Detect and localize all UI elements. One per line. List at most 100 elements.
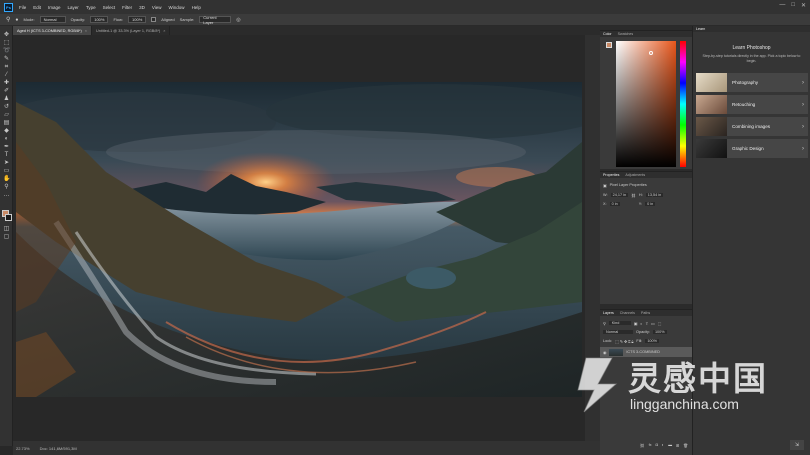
window-controls: — □ ✕ [779,2,806,9]
crop-tool-icon[interactable]: ⌗ [3,64,10,70]
topic-combining-images[interactable]: Combining images › [696,117,808,136]
mask-icon[interactable]: ◘ [656,443,658,447]
menu-type[interactable]: Type [86,5,96,10]
screen-mode-icon[interactable]: ▢ [3,234,10,240]
menu-file[interactable]: File [19,5,26,10]
menu-image[interactable]: Image [48,5,61,10]
healing-brush-tool-icon[interactable]: ✚ [3,80,10,86]
brush-tool-icon[interactable]: ✐ [3,88,10,94]
chevron-right-icon: › [802,79,804,86]
color-picker-handle[interactable] [649,51,653,55]
menu-layer[interactable]: Layer [68,5,79,10]
filter-icons[interactable]: ▣ ◐ T ▭ ⬚ [634,321,662,326]
minimize-button[interactable]: — [779,2,785,9]
fx-icon[interactable]: fx [649,443,652,447]
tab-aged-h[interactable]: Aged H (ICTS 3-COMBINED, RGB/8*) × [13,26,92,35]
menu-help[interactable]: Help [192,5,201,10]
link-layers-icon[interactable]: ⛓ [640,443,645,448]
y-label: Y: [638,202,643,206]
maximize-button[interactable]: □ [791,2,795,9]
learn-title: Learn Photoshop [732,45,771,51]
eraser-tool-icon[interactable]: ▱ [3,112,10,118]
h-field[interactable]: 13,54 in [645,193,664,197]
rectangle-tool-icon[interactable]: ▭ [3,168,10,174]
eyedropper-tool-icon[interactable]: ⁄ [3,72,10,78]
foreground-color-swatch[interactable] [606,42,612,48]
menu-filter[interactable]: Filter [122,5,132,10]
adjustment-icon[interactable]: ◐ [662,443,664,447]
tab-layers[interactable]: Layers [603,311,614,315]
hue-slider[interactable] [680,41,686,167]
tab-paths[interactable]: Paths [641,311,650,315]
tab-properties[interactable]: Properties [603,173,619,177]
menu-edit[interactable]: Edit [33,5,41,10]
tools-panel: ✥ ⬚ ➰ ✎ ⌗ ⁄ ✚ ✐ ♟ ↺ ▱ ▤ ◆ ◐ ✒ T ➤ ▭ ✋ ⚲ … [0,26,13,446]
tab-swatches[interactable]: Swatches [618,32,634,36]
clone-stamp-tool-icon[interactable]: ♟ [3,96,10,102]
opacity-field[interactable]: 100% [652,330,667,334]
aligned-checkbox[interactable] [151,17,157,22]
opacity-label: Opacity: [636,330,650,334]
tab-channels[interactable]: Channels [620,311,635,315]
close-tab-icon[interactable]: × [163,29,165,33]
flow-field[interactable]: 100% [128,16,147,23]
tab-adjustments[interactable]: Adjustments [625,173,645,177]
mode-select[interactable]: Normal [39,16,66,23]
quick-mask-icon[interactable]: ◫ [3,226,10,232]
menu-window[interactable]: Window [169,5,185,10]
sample-select[interactable]: Current Layer [199,15,232,25]
zoom-level[interactable]: 22.73% [16,446,30,451]
lasso-tool-icon[interactable]: ➰ [3,48,10,54]
gradient-tool-icon[interactable]: ▤ [3,120,10,126]
brush-preset-icon[interactable]: ● [15,17,18,23]
blend-mode-select[interactable]: Normal [603,330,633,334]
menu-3d[interactable]: 3D [139,5,145,10]
fill-field[interactable]: 100% [645,339,660,343]
chevron-right-icon: › [802,101,804,108]
close-tab-icon[interactable]: × [85,29,87,33]
more-tools-icon[interactable]: … [3,192,10,198]
kind-select[interactable]: Kind [608,321,631,325]
topic-retouching[interactable]: Retouching › [696,95,808,114]
ignore-adjustment-icon[interactable]: ◎ [236,17,240,23]
history-brush-tool-icon[interactable]: ↺ [3,104,10,110]
pen-tool-icon[interactable]: ✒ [3,144,10,150]
marquee-tool-icon[interactable]: ⬚ [3,40,10,46]
dodge-tool-icon[interactable]: ◐ [3,136,10,142]
type-tool-icon[interactable]: T [3,152,10,158]
watermark-url: lingganchina.com [630,396,739,412]
topic-graphic-design[interactable]: Graphic Design › [696,139,808,158]
background-color-swatch[interactable] [5,214,12,221]
lock-icons[interactable]: ⬚ ✎ ✥ ⌗ 🔒︎ [615,339,633,344]
trash-icon[interactable]: 🗑︎ [683,443,688,448]
move-tool-icon[interactable]: ✥ [3,32,10,38]
layers-footer: ⛓ fx ◘ ◐ ▬ ⊞ 🗑︎ [600,441,692,449]
menu-view[interactable]: View [152,5,162,10]
tab-untitled-1[interactable]: Untitled-1 @ 33.3% (Layer 1, RGB/8*) × [92,26,171,35]
canvas-image[interactable] [16,82,582,397]
hand-tool-icon[interactable]: ✋ [3,176,10,182]
panel-collapse-icon[interactable]: ⇲ [790,440,804,450]
tab-color[interactable]: Color [603,32,612,36]
group-icon[interactable]: ▬ [668,443,672,447]
quick-select-tool-icon[interactable]: ✎ [3,56,10,62]
x-label: X: [603,202,607,206]
zoom-tool-icon[interactable]: ⚲ [3,184,10,190]
close-button[interactable]: ✕ [801,2,806,9]
opacity-field[interactable]: 100% [90,16,109,23]
tab-learn[interactable]: Learn [696,27,705,31]
link-icon[interactable]: ⛓ [631,193,636,198]
w-field[interactable]: 24,17 in [610,193,629,197]
aligned-label: Aligned [161,17,175,22]
blur-tool-icon[interactable]: ◆ [3,128,10,134]
path-selection-tool-icon[interactable]: ➤ [3,160,10,166]
clone-stamp-tool-icon[interactable]: ⚲ [6,16,10,23]
new-layer-icon[interactable]: ⊞ [676,443,679,448]
y-field[interactable]: 0 in [645,202,656,206]
topic-photography[interactable]: Photography › [696,73,808,92]
color-field[interactable] [616,41,676,167]
x-field[interactable]: 0 in [609,202,620,206]
menu-select[interactable]: Select [103,5,116,10]
fill-label: Fill: [636,339,643,343]
photoshop-logo-icon[interactable]: Ps [4,2,13,12]
